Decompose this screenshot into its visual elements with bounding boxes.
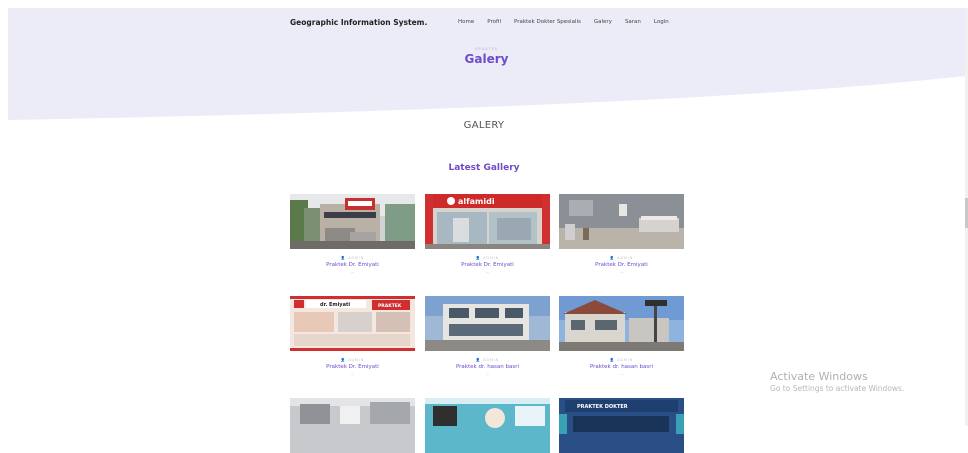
gallery-photo[interactable]: alfamidi [425,194,550,249]
nav-login[interactable]: Login [654,19,669,25]
card-title[interactable]: Praktek Dr. Emiyati [290,364,415,370]
svg-text:alfamidi: alfamidi [458,197,495,206]
latest-gallery-heading: Latest Gallery [448,163,520,173]
card-author: 👤 ADMIN [475,358,500,362]
windows-activation-subtitle: Go to Settings to activate Windows. [770,384,905,393]
nav-galery[interactable]: Galery [594,19,612,25]
page-title: Galery [464,52,509,66]
svg-text:PRAKTEK: PRAKTEK [378,303,402,309]
hero-kicker: UPDATES [475,47,498,51]
nav-saran[interactable]: Saran [625,19,641,25]
svg-text:dr. Emiyati: dr. Emiyati [320,302,350,308]
nav-profil[interactable]: Profil [487,19,501,25]
card-title[interactable]: Praktek Dr. Emiyati [290,262,415,268]
card-separator: — [485,372,490,377]
card-separator: — [485,270,490,275]
card-title[interactable]: Praktek dr. hasan basri [559,364,684,370]
card-title[interactable]: Praktek Dr. Emiyati [425,262,550,268]
card-separator: — [350,270,355,275]
gallery-photo[interactable] [425,296,550,351]
gallery-photo[interactable] [559,296,684,351]
gallery-photo[interactable]: dr. Emiyati PRAKTEK [290,296,415,351]
card-title[interactable]: Praktek Dr. Emiyati [559,262,684,268]
card-separator: — [619,270,624,275]
main-nav: Home Profil Praktek Dokter Spesialis Gal… [458,19,682,25]
hero-banner: Geographic Information System. Home Prof… [8,8,965,120]
card-author: 👤 ADMIN [475,256,500,260]
nav-home[interactable]: Home [458,19,474,25]
card-author: 👤 ADMIN [609,256,634,260]
site-brand[interactable]: Geographic Information System. [290,18,427,27]
gallery-photo[interactable] [559,194,684,249]
card-author: 👤 ADMIN [609,358,634,362]
card-separator: — [619,372,624,377]
card-title[interactable]: Praktek dr. hasan basri [425,364,550,370]
section-title: GALERY [463,120,505,131]
gallery-photo[interactable] [290,194,415,249]
card-author: 👤 ADMIN [340,358,365,362]
card-author: 👤 ADMIN [340,256,365,260]
nav-praktek[interactable]: Praktek Dokter Spesialis [514,19,581,25]
card-separator: — [350,372,355,377]
windows-activation-title: Activate Windows [770,370,868,383]
svg-text:PRAKTEK DOKTER: PRAKTEK DOKTER [577,404,628,410]
